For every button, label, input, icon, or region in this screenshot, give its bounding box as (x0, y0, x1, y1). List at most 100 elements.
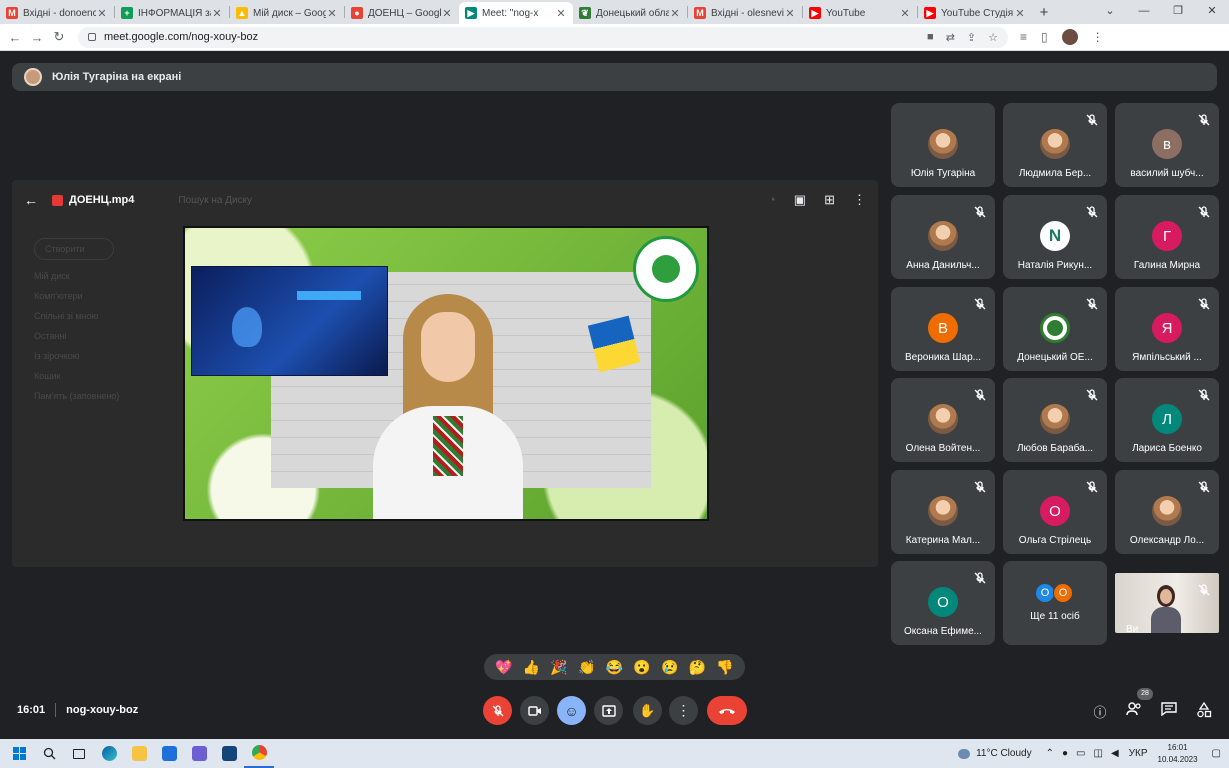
people-icon[interactable] (1124, 702, 1144, 720)
participant-tile[interactable]: Л Лариса Боенко (1115, 378, 1219, 462)
tab-close-icon[interactable]: ✕ (211, 7, 223, 20)
reaction-emoji[interactable]: 😮 (633, 659, 650, 676)
participant-tile[interactable]: О Ольга Стрілець (1003, 470, 1107, 554)
windows-start-icon[interactable] (4, 739, 34, 768)
app-p-icon[interactable] (184, 739, 214, 768)
browser-menu-icon[interactable]: ⋮ (1092, 30, 1104, 44)
more-participants-tile[interactable]: О О Ще 11 осіб (1003, 561, 1107, 645)
participant-avatar: в (1152, 129, 1182, 159)
browser-tab[interactable]: ▶ YouTube Студія ✕ (918, 2, 1032, 24)
tab-close-icon[interactable]: ✕ (96, 7, 108, 20)
participant-tile[interactable]: Анна Данильч... (891, 195, 995, 279)
tab-close-icon[interactable]: ✕ (669, 7, 681, 20)
file-explorer-icon[interactable] (124, 739, 154, 768)
mail-icon[interactable] (154, 739, 184, 768)
reaction-emoji[interactable]: 😢 (661, 659, 678, 676)
battery-icon[interactable]: ▭ (1076, 748, 1085, 759)
reaction-emoji[interactable]: 🎉 (550, 659, 567, 676)
browser-tab[interactable]: ❦ Донецький облас ✕ (573, 2, 687, 24)
tab-close-icon[interactable]: ✕ (784, 7, 796, 20)
task-view-icon[interactable] (64, 739, 94, 768)
participant-tile[interactable]: Олександр Ло... (1115, 470, 1219, 554)
volume-icon[interactable]: ◀ (1111, 748, 1119, 759)
participant-tile[interactable]: N Наталія Рикун... (1003, 195, 1107, 279)
participant-name: Донецький ОЕ... (1017, 352, 1093, 363)
reaction-emoji[interactable]: 👏 (578, 659, 595, 676)
bookmark-star-icon[interactable]: ☆ (988, 31, 998, 44)
tray-expand-icon[interactable]: ⌃ (1046, 748, 1054, 759)
network-icon[interactable]: ◫ (1093, 748, 1102, 759)
tab-close-icon[interactable]: ✕ (899, 7, 911, 20)
mic-toggle-button[interactable] (483, 696, 512, 725)
camera-icon[interactable]: ■ (927, 31, 934, 44)
weather-widget[interactable]: 11°C Cloudy (958, 748, 1032, 759)
reload-icon[interactable]: ↻ (48, 29, 70, 45)
reaction-bar: 💖 👍 🎉 👏 😂 😮 😢 🤔 👎 (484, 654, 745, 680)
participant-tile[interactable]: Катерина Мал... (891, 470, 995, 554)
leave-call-button[interactable] (707, 696, 747, 725)
edge-icon[interactable] (94, 739, 124, 768)
reading-list-icon[interactable]: ≡ (1020, 30, 1027, 44)
tab-close-icon[interactable]: ✕ (1014, 7, 1026, 20)
drive-nav-list: Мій диск Комп'ютери Спільні зі мною Останні… (34, 266, 119, 406)
participant-tile[interactable]: В Вероника Шар... (891, 287, 995, 371)
reaction-emoji[interactable]: 👍 (523, 659, 540, 676)
reactions-button[interactable]: ☺ (557, 696, 586, 725)
browser-tab[interactable]: + ІНФОРМАЦІЯ за ✕ (115, 2, 229, 24)
taskbar-clock[interactable]: 16:01 10.04.2023 (1158, 742, 1198, 766)
raise-hand-button[interactable]: ✋ (633, 696, 662, 725)
tab-title: Донецький облас (596, 7, 669, 19)
more-options-button[interactable]: ⋮ (669, 696, 698, 725)
reaction-emoji[interactable]: 🤔 (689, 659, 706, 676)
security-shield-icon[interactable] (214, 739, 244, 768)
tab-search-icon[interactable]: ⌄ (1093, 0, 1127, 24)
input-language[interactable]: УКР (1129, 748, 1148, 759)
participant-tile[interactable]: Любов Бараба... (1003, 378, 1107, 462)
participant-tile[interactable]: Я Ямпільський ... (1115, 287, 1219, 371)
self-video-tile[interactable]: Ви (1115, 573, 1219, 635)
chat-icon[interactable] (1159, 702, 1179, 720)
drive-nav-ghost-item: Мій диск (34, 271, 70, 281)
tab-favicon-icon: + (121, 7, 133, 19)
side-panel-icon[interactable]: ▯ (1041, 30, 1048, 44)
meeting-details-icon[interactable]: ⓘ (1090, 702, 1110, 720)
browser-tab[interactable]: ▲ Мій диск – Google✕ (230, 2, 344, 24)
present-button[interactable] (594, 696, 623, 725)
drive-header: ← ДОЕНЦ.mp4 Пошук на Диску (12, 180, 878, 220)
tray-mic-icon[interactable]: ● (1062, 748, 1068, 759)
forward-icon[interactable]: → (26, 30, 48, 45)
activities-icon[interactable] (1194, 701, 1214, 720)
mic-off-icon (1197, 480, 1211, 494)
minimize-icon[interactable]: — (1127, 0, 1161, 24)
participant-tile[interactable]: Донецький ОЕ... (1003, 287, 1107, 371)
back-icon[interactable]: ← (4, 30, 26, 45)
reaction-emoji[interactable]: 😂 (606, 659, 623, 676)
restore-icon[interactable]: ❐ (1161, 0, 1195, 24)
translate-icon[interactable]: ⇄ (946, 31, 955, 44)
tab-close-icon[interactable]: ✕ (441, 7, 453, 20)
browser-tab[interactable]: ▶ YouTube ✕ (803, 2, 917, 24)
participant-tile[interactable]: в василий шубч... (1115, 103, 1219, 187)
browser-tab[interactable]: ▶ Meet: "nog-x ✕ (459, 2, 573, 24)
participant-tile[interactable]: Юлія Тугаріна (891, 103, 995, 187)
profile-avatar[interactable] (1061, 29, 1078, 45)
browser-tab[interactable]: M Вхідні - olesnevic ✕ (688, 2, 802, 24)
participant-tile[interactable]: Олена Войтен... (891, 378, 995, 462)
tab-close-icon[interactable]: ✕ (555, 7, 567, 20)
participant-tile[interactable]: Людмила Бер... (1003, 103, 1107, 187)
search-icon[interactable] (34, 739, 64, 768)
participant-tile[interactable]: Г Галина Мирна (1115, 195, 1219, 279)
share-icon[interactable]: ⇪ (967, 31, 976, 44)
tab-close-icon[interactable]: ✕ (326, 7, 338, 20)
close-window-icon[interactable]: ✕ (1195, 0, 1229, 24)
notifications-icon[interactable]: ▢ (1212, 748, 1221, 759)
browser-tab[interactable]: ● ДОЕНЦ – Google ✕ (345, 2, 459, 24)
reaction-emoji[interactable]: 👎 (716, 659, 733, 676)
chrome-icon[interactable] (244, 739, 274, 768)
reaction-emoji[interactable]: 💖 (495, 659, 512, 676)
browser-tab[interactable]: M Вхідні - donoencb ✕ (0, 2, 114, 24)
participant-tile[interactable]: О Оксана Ефиме... (891, 561, 995, 645)
new-tab-button[interactable]: + (1032, 4, 1056, 21)
camera-toggle-button[interactable] (520, 696, 549, 725)
url-field[interactable]: meet.google.com/nog-xouy-boz ■ ⇄ ⇪ ☆ (78, 26, 1008, 48)
